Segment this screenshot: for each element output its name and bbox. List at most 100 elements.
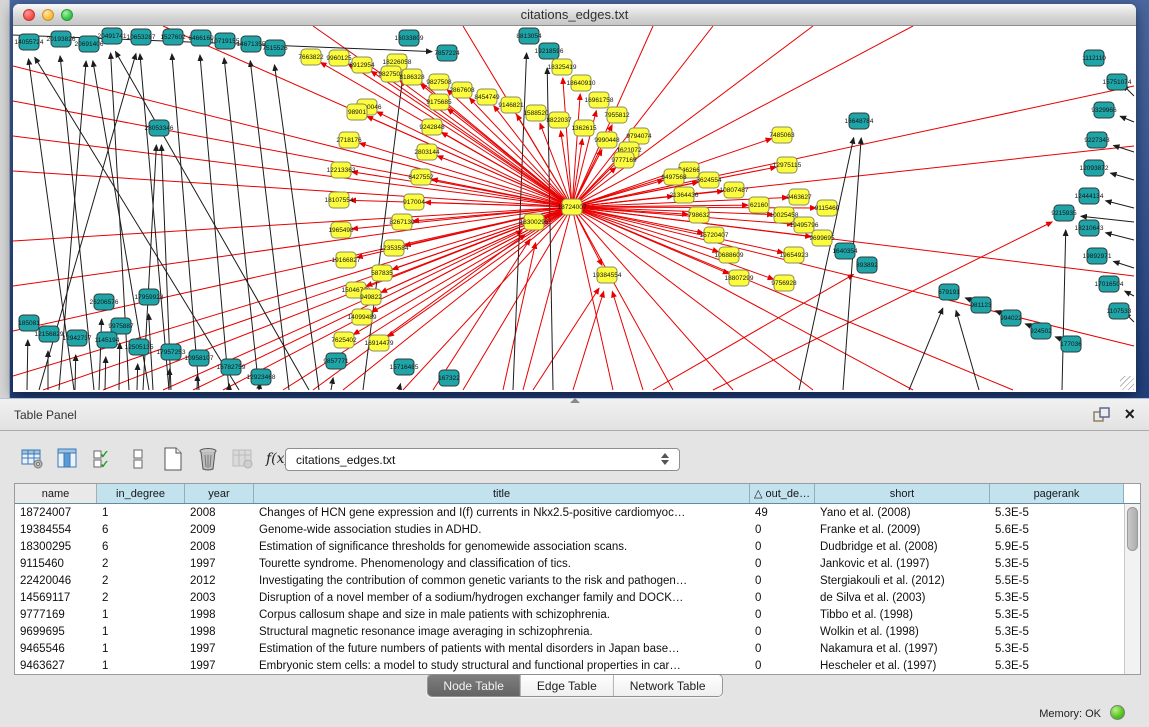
column-header-6[interactable]: pagerank (990, 484, 1124, 503)
graph-node[interactable]: 1107533 (1107, 303, 1132, 319)
graph-node[interactable]: 7625402 (331, 332, 357, 348)
column-header-4[interactable]: △ out_de… (750, 484, 815, 503)
graph-node[interactable]: 16914479 (365, 335, 394, 351)
tab-network-table[interactable]: Network Table (614, 675, 722, 696)
graph-node[interactable]: 12156829 (35, 326, 64, 342)
graph-node[interactable]: 177036 (1060, 336, 1082, 352)
graph-node[interactable]: 9857771 (323, 353, 349, 369)
column-header-5[interactable]: short (815, 484, 990, 503)
graph-node[interactable]: 9960125 (326, 50, 352, 66)
graph-node[interactable]: 18210643 (1075, 220, 1104, 236)
graph-node[interactable]: 12923468 (247, 369, 276, 385)
graph-node[interactable]: 1145194 (95, 332, 120, 348)
graph-node[interactable]: 98901 (347, 104, 367, 120)
graph-node[interactable]: 1588520 (523, 105, 549, 121)
network-graph[interactable]: 1405572420193826206914062049174110653287… (13, 26, 1136, 392)
delete-table-icon[interactable] (195, 446, 221, 472)
column-header-2[interactable]: year (185, 484, 254, 503)
graph-node[interactable]: 12975115 (773, 157, 802, 173)
graph-node[interactable]: 7515526 (262, 40, 288, 56)
graph-node[interactable]: 9699695 (809, 230, 835, 246)
graph-node[interactable]: 9756928 (771, 275, 797, 291)
window-resize-grip[interactable] (1120, 376, 1134, 390)
table-row[interactable]: 1830029562008Estimation of significance … (15, 538, 1124, 555)
graph-node[interactable]: 16033809 (395, 30, 424, 46)
graph-node[interactable]: 8427552 (408, 169, 434, 185)
graph-node[interactable]: 12353584 (380, 240, 409, 256)
graph-node[interactable]: 185081 (18, 315, 40, 331)
graph-node[interactable]: 20193826 (47, 31, 76, 47)
graph-node[interactable]: 981123 (970, 297, 992, 313)
graph-node[interactable]: 16648784 (845, 113, 874, 129)
panel-divider-grip[interactable] (570, 398, 580, 403)
show-columns-icon[interactable] (55, 446, 81, 472)
graph-node[interactable]: 15720407 (700, 227, 729, 243)
close-panel-icon[interactable]: × (1124, 406, 1135, 422)
graph-node[interactable]: 18107554 (325, 192, 354, 208)
select-all-rows-icon[interactable]: ✓ ✓ (90, 446, 116, 472)
table-selector-dropdown[interactable]: citations_edges.txt (285, 448, 680, 471)
graph-node[interactable]: 10653287 (127, 29, 156, 45)
graph-node[interactable]: 16961758 (585, 92, 614, 108)
unselect-all-rows-icon[interactable] (125, 446, 151, 472)
graph-node[interactable]: 21364436 (670, 187, 699, 203)
graph-node[interactable]: 2867608 (449, 82, 475, 98)
graph-node[interactable]: 7955812 (604, 107, 630, 123)
graph-node[interactable]: 9329966 (1091, 102, 1117, 118)
graph-node[interactable]: 1640354 (832, 243, 858, 259)
graph-node[interactable]: 17957253 (157, 344, 186, 360)
graph-node[interactable]: 893892 (856, 257, 878, 273)
network-window-titlebar[interactable]: citations_edges.txt (13, 4, 1136, 26)
graph-node[interactable]: 12093872 (1080, 160, 1109, 176)
graph-node[interactable]: 949822 (360, 289, 382, 305)
graph-node[interactable]: 8454749 (474, 89, 500, 105)
graph-node[interactable]: 10807487 (720, 182, 749, 198)
graph-node[interactable]: 15716485 (390, 359, 419, 375)
graph-node[interactable]: 8186328 (399, 69, 425, 85)
graph-node[interactable]: 9463627 (786, 189, 812, 205)
table-row[interactable]: 977716911998Corpus callosum shape and si… (15, 606, 1124, 623)
graph-node[interactable]: 9175685 (426, 94, 452, 110)
graph-node[interactable]: 19892971 (1083, 248, 1112, 264)
graph-node[interactable]: 12942737 (63, 330, 92, 346)
graph-node[interactable]: 1527602 (160, 29, 186, 45)
scrollbar-thumb[interactable] (1127, 507, 1138, 551)
graph-node[interactable]: 2803144 (414, 144, 440, 160)
table-vertical-scrollbar[interactable] (1124, 504, 1140, 674)
graph-node[interactable]: 798632 (688, 207, 710, 223)
table-row[interactable]: 911546021997Tourette syndrome. Phenomeno… (15, 555, 1124, 572)
column-settings-icon[interactable] (20, 446, 46, 472)
graph-node[interactable]: 12444134 (1075, 188, 1104, 204)
graph-node[interactable]: 8822037 (546, 112, 572, 128)
graph-node[interactable]: 1362615 (571, 120, 597, 136)
graph-node[interactable]: 18807299 (725, 270, 754, 286)
graph-node[interactable]: 19384554 (593, 267, 622, 283)
graph-node[interactable]: 12505135 (125, 339, 154, 355)
graph-node[interactable]: 2718176 (336, 132, 362, 148)
graph-node[interactable]: 1965498 (328, 222, 354, 238)
table-row[interactable]: 946362711997Embryonic stem cells: a mode… (15, 657, 1124, 674)
graph-node[interactable]: 28053346 (145, 120, 174, 136)
graph-node[interactable]: 10719155 (211, 33, 240, 49)
graph-node[interactable]: 19654923 (780, 247, 809, 263)
table-row[interactable]: 1872400712008Changes of HCN gene express… (15, 504, 1124, 521)
graph-node[interactable]: 18640910 (567, 75, 596, 91)
memory-status-indicator[interactable] (1110, 705, 1125, 720)
graph-node[interactable]: 12213363 (327, 162, 356, 178)
import-table-icon[interactable] (230, 446, 256, 472)
graph-node[interactable]: 9215935 (1051, 205, 1077, 221)
graph-node[interactable]: 679191 (938, 284, 960, 300)
graph-node[interactable]: 8267130 (389, 214, 415, 230)
graph-node[interactable]: 587835 (371, 265, 393, 281)
tab-node-table[interactable]: Node Table (427, 675, 521, 696)
graph-node[interactable]: 7857224 (434, 45, 460, 61)
graph-node[interactable]: 18325419 (548, 59, 577, 75)
graph-node[interactable]: 17959928 (135, 289, 164, 305)
graph-node[interactable]: 9827508 (426, 74, 452, 90)
graph-node[interactable]: 917004 (403, 194, 425, 210)
graph-node[interactable]: 10688609 (715, 247, 744, 263)
table-row[interactable]: 2242004622012Investigating the contribut… (15, 572, 1124, 589)
graph-node[interactable]: 1112110 (1082, 50, 1106, 66)
table-row[interactable]: 1456911722003Disruption of a novel membe… (15, 589, 1124, 606)
table-row[interactable]: 946554611997Estimation of the future num… (15, 640, 1124, 657)
